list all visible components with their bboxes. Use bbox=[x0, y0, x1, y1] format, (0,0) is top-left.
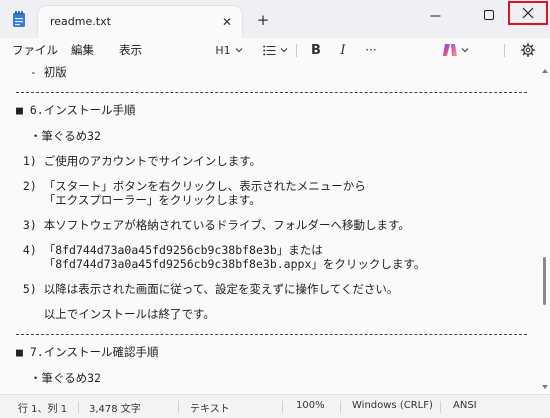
status-divider bbox=[78, 401, 79, 413]
menu-bar: ファイル 編集 表示 H1 B I ··· bbox=[0, 38, 550, 62]
new-tab-icon[interactable]: + bbox=[254, 11, 272, 29]
line-ending[interactable]: Windows (CRLF) bbox=[352, 400, 433, 411]
scroll-down-arrow-icon[interactable] bbox=[542, 384, 548, 390]
maximize-icon[interactable] bbox=[466, 0, 512, 30]
toolbar-divider bbox=[296, 44, 297, 57]
document-line: 3) 本ソフトウェアが格納されているドライブ、フォルダーへ移動します。 bbox=[16, 218, 410, 232]
file-format: テキスト bbox=[190, 404, 230, 415]
toolbar-divider bbox=[504, 44, 505, 57]
section-heading: ■ 6.インストール手順 bbox=[16, 103, 136, 117]
text-editor[interactable]: - 初版 ■ 6.インストール手順 ・筆ぐるめ32 1) ご使用のアカウントでサ… bbox=[0, 62, 550, 394]
document-line: ・筆ぐるめ32 bbox=[16, 129, 101, 143]
status-divider bbox=[282, 401, 283, 413]
tab-title: readme.txt bbox=[50, 15, 111, 28]
cursor-position: 行 1、列 1 bbox=[18, 404, 68, 415]
title-bar: readme.txt ✕ + bbox=[0, 0, 550, 38]
close-icon bbox=[522, 7, 534, 19]
menu-edit[interactable]: 編集 bbox=[71, 42, 94, 58]
more-options-button[interactable]: ··· bbox=[360, 40, 382, 60]
menu-view[interactable]: 表示 bbox=[119, 42, 142, 58]
settings-gear-icon bbox=[521, 43, 535, 57]
document-line: ・筆ぐるめ32 bbox=[16, 371, 101, 385]
vertical-scrollbar[interactable] bbox=[540, 62, 550, 394]
zoom-level[interactable]: 100% bbox=[296, 400, 325, 411]
list-icon bbox=[262, 45, 275, 55]
minimize-icon[interactable] bbox=[412, 0, 458, 30]
separator-line bbox=[16, 334, 527, 335]
document-line: - 初版 bbox=[16, 65, 67, 79]
chevron-down-icon bbox=[235, 48, 242, 53]
close-icon[interactable]: ✕ bbox=[218, 13, 236, 31]
copilot-icon bbox=[442, 44, 457, 56]
tab-readme[interactable]: readme.txt ✕ bbox=[38, 6, 242, 38]
status-divider bbox=[440, 401, 441, 413]
chevron-down-icon bbox=[461, 48, 468, 53]
menu-file[interactable]: ファイル bbox=[12, 42, 58, 58]
document-line: 5) 以降は表示された画面に従って、設定を変えずに操作してください。 bbox=[16, 282, 399, 296]
document-line: 以上でインストールは終了です。 bbox=[16, 307, 215, 321]
bold-button[interactable]: B bbox=[306, 40, 326, 60]
settings-button[interactable] bbox=[518, 40, 538, 60]
document-line: 「エクスプローラー」をクリックします。 bbox=[16, 193, 261, 207]
notepad-app-icon bbox=[13, 11, 25, 27]
status-bar: 行 1、列 1 3,478 文字 テキスト 100% Windows (CRLF… bbox=[0, 394, 550, 418]
heading-label: H1 bbox=[215, 43, 231, 57]
scrollbar-thumb[interactable] bbox=[543, 257, 546, 305]
encoding[interactable]: ANSI bbox=[453, 400, 477, 411]
document-line: 1) ご使用のアカウントでサインインします。 bbox=[16, 154, 262, 168]
chevron-down-icon bbox=[280, 48, 287, 53]
list-dropdown[interactable] bbox=[260, 40, 290, 60]
copilot-button[interactable] bbox=[440, 40, 470, 60]
status-divider bbox=[340, 401, 341, 413]
italic-button[interactable]: I bbox=[333, 40, 353, 60]
window-close-button[interactable] bbox=[508, 1, 548, 25]
scroll-up-arrow-icon[interactable] bbox=[542, 68, 548, 74]
section-heading: ■ 7.インストール確認手順 bbox=[16, 345, 159, 359]
document-line: 「8fd744d73a0a45fd9256cb9c38bf8e3b.appx」を… bbox=[16, 257, 426, 271]
character-count: 3,478 文字 bbox=[89, 404, 141, 415]
status-divider bbox=[178, 401, 179, 413]
heading-dropdown[interactable]: H1 bbox=[212, 40, 246, 60]
separator-line bbox=[16, 92, 527, 93]
